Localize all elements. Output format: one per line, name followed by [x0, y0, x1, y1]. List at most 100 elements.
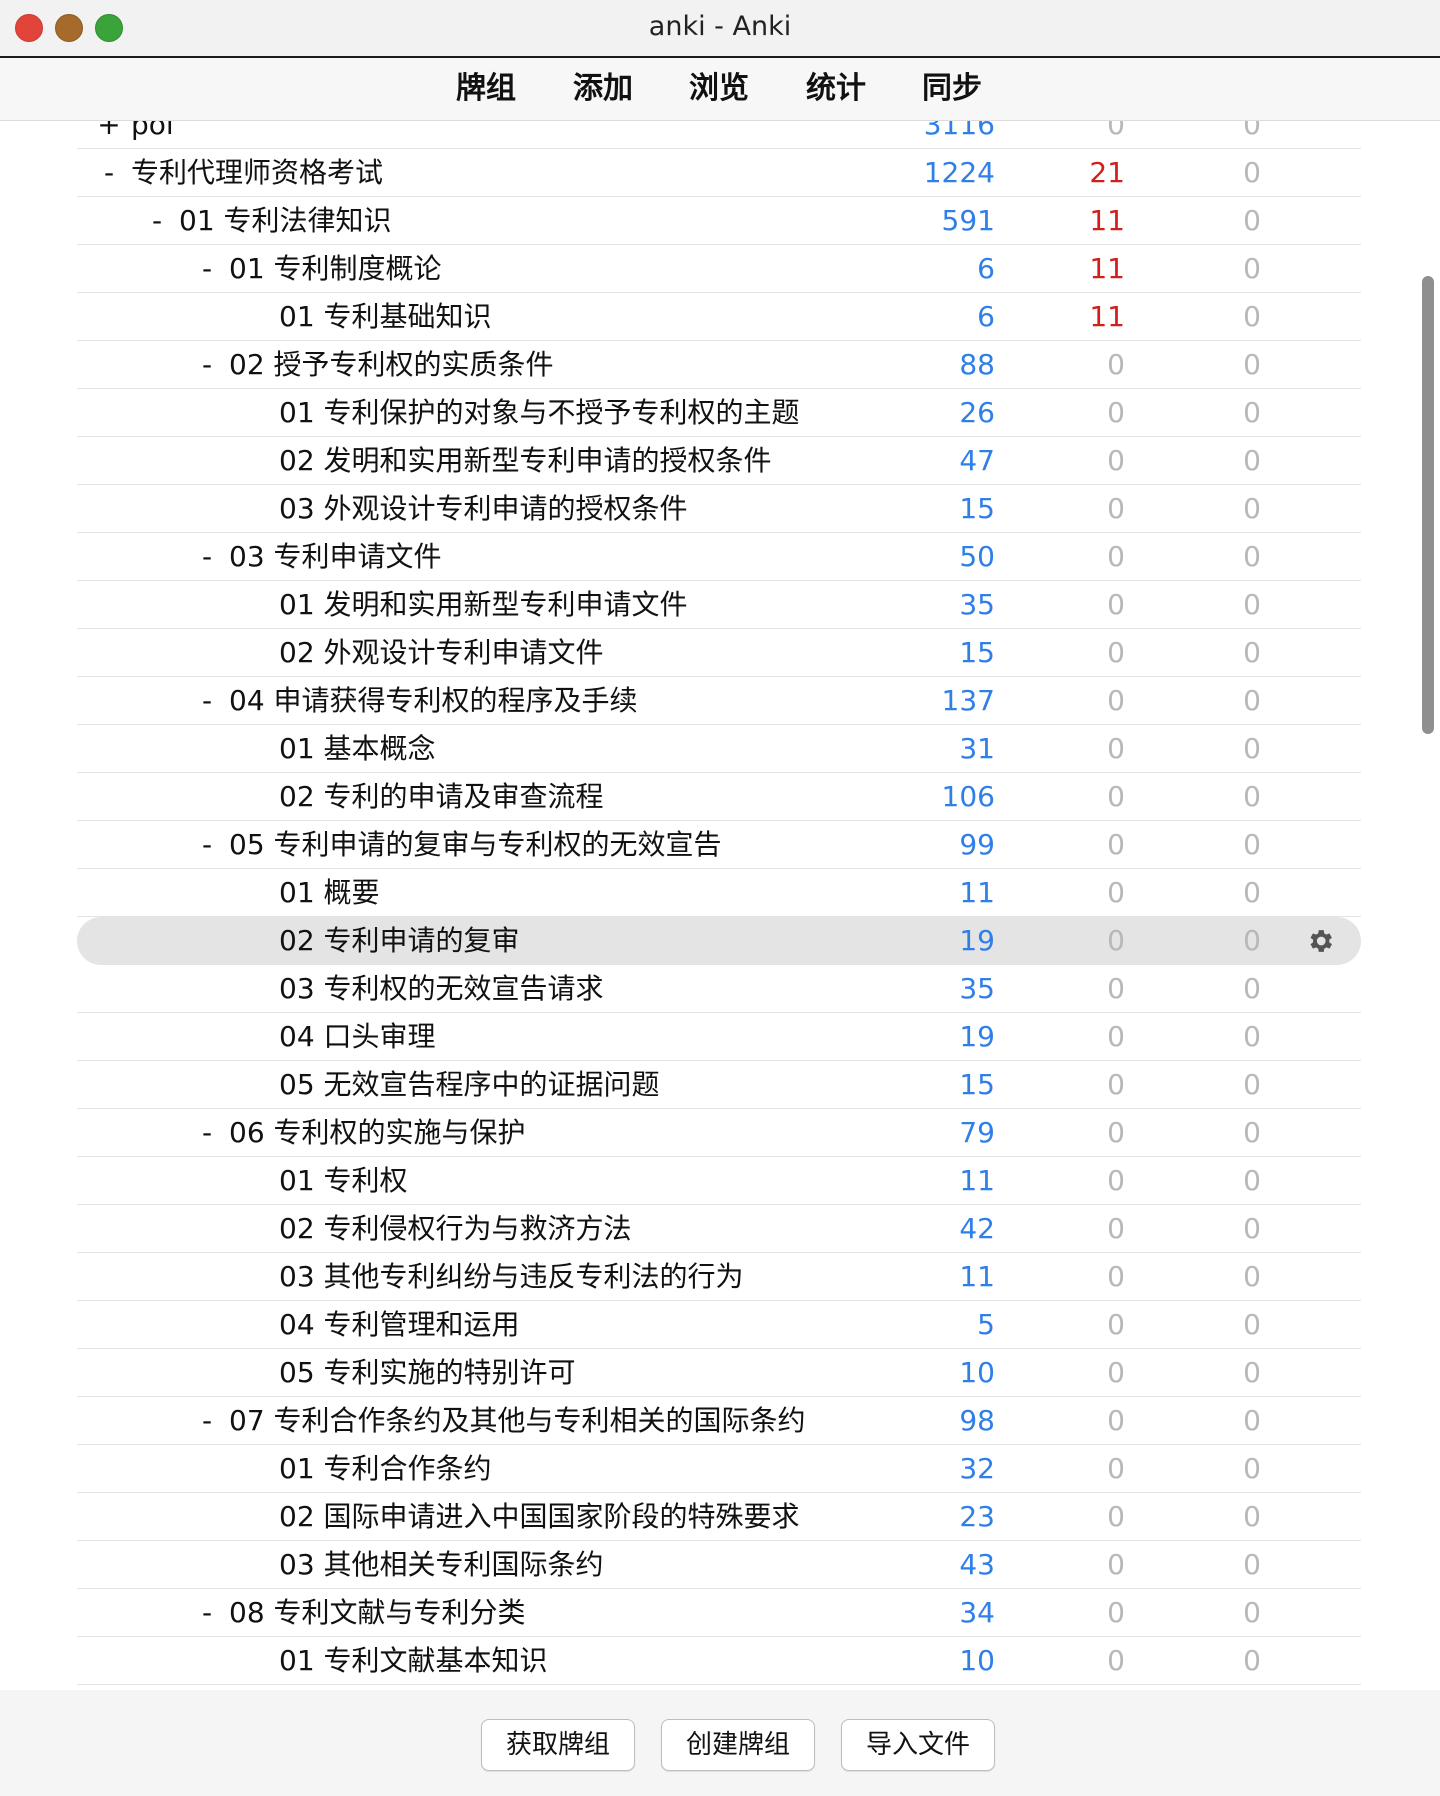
deck-row[interactable]: 02 发明和实用新型专利申请的授权条件 47 0 0	[77, 437, 1361, 485]
deck-name[interactable]: 01 专利基础知识	[279, 293, 492, 341]
deck-name[interactable]: 08 专利文献与专利分类	[229, 1589, 526, 1637]
learn-count: 0	[1107, 1548, 1125, 1581]
tab-sync[interactable]: 同步	[922, 58, 982, 120]
deck-row[interactable]: 01 专利权 11 0 0	[77, 1157, 1361, 1205]
deck-row[interactable]: -07 专利合作条约及其他与专利相关的国际条约 98 0 0	[77, 1397, 1361, 1445]
learn-count: 0	[1107, 1164, 1125, 1197]
deck-name[interactable]: 05 专利申请的复审与专利权的无效宣告	[229, 821, 722, 869]
deck-row[interactable]: 01 专利保护的对象与不授予专利权的主题 26 0 0	[77, 389, 1361, 437]
deck-name[interactable]: 02 专利的申请及审查流程	[279, 773, 604, 821]
expand-toggle[interactable]: +	[97, 121, 121, 149]
tab-stats[interactable]: 统计	[806, 58, 866, 120]
deck-row[interactable]: + pol 3116 0 0	[77, 121, 1361, 149]
deck-name[interactable]: 01 专利文献基本知识	[279, 1637, 548, 1685]
deck-row[interactable]: 05 无效宣告程序中的证据问题 15 0 0	[77, 1061, 1361, 1109]
tab-browse[interactable]: 浏览	[689, 58, 749, 120]
deck-name[interactable]: 专利代理师资格考试	[131, 149, 383, 197]
deck-name[interactable]: 02 国际申请进入中国国家阶段的特殊要求	[279, 1493, 800, 1541]
deck-row[interactable]: 01 概要 11 0 0	[77, 869, 1361, 917]
deck-name[interactable]: 06 专利权的实施与保护	[229, 1109, 526, 1157]
deck-row[interactable]: 02 外观设计专利申请文件 15 0 0	[77, 629, 1361, 677]
deck-row[interactable]: 04 口头审理 19 0 0	[77, 1013, 1361, 1061]
collapse-toggle[interactable]: -	[195, 677, 219, 725]
deck-name[interactable]: 01 专利制度概论	[229, 245, 442, 293]
review-count: 0	[1243, 1212, 1261, 1245]
review-count: 0	[1243, 1020, 1261, 1053]
deck-row-current[interactable]: 02 专利申请的复审 19 0 0	[77, 917, 1361, 965]
deck-row[interactable]: 02 国际申请进入中国国家阶段的特殊要求 23 0 0	[77, 1493, 1361, 1541]
deck-row[interactable]: -06 专利权的实施与保护 79 0 0	[77, 1109, 1361, 1157]
deck-name[interactable]: 03 其他相关专利国际条约	[279, 1541, 604, 1589]
review-count: 0	[1243, 1452, 1261, 1485]
create-deck-button[interactable]: 创建牌组	[661, 1719, 815, 1771]
learn-count: 0	[1107, 876, 1125, 909]
deck-row[interactable]: - 专利代理师资格考试 1224 21 0	[77, 149, 1361, 197]
collapse-toggle[interactable]: -	[195, 533, 219, 581]
deck-row[interactable]: -02 授予专利权的实质条件 88 0 0	[77, 341, 1361, 389]
new-count: 1224	[923, 156, 995, 189]
gear-icon[interactable]	[1305, 926, 1335, 956]
deck-name[interactable]: 07 专利合作条约及其他与专利相关的国际条约	[229, 1397, 806, 1445]
deck-name[interactable]: 02 发明和实用新型专利申请的授权条件	[279, 437, 772, 485]
deck-row[interactable]: 01 专利基础知识 6 11 0	[77, 293, 1361, 341]
deck-name[interactable]: 01 概要	[279, 869, 380, 917]
deck-row[interactable]: 02 专利的申请及审查流程 106 0 0	[77, 773, 1361, 821]
deck-name[interactable]: 02 专利申请的复审	[279, 917, 520, 965]
deck-name[interactable]: 05 无效宣告程序中的证据问题	[279, 1061, 660, 1109]
deck-list-scrollbar[interactable]	[1422, 276, 1434, 734]
deck-row[interactable]: 03 其他专利纠纷与违反专利法的行为 11 0 0	[77, 1253, 1361, 1301]
deck-row[interactable]: 01 基本概念 31 0 0	[77, 725, 1361, 773]
deck-name[interactable]: 02 授予专利权的实质条件	[229, 341, 554, 389]
new-count: 5	[977, 1308, 995, 1341]
deck-row[interactable]: -08 专利文献与专利分类 34 0 0	[77, 1589, 1361, 1637]
collapse-toggle[interactable]: -	[145, 197, 169, 245]
collapse-toggle[interactable]: -	[195, 1589, 219, 1637]
deck-name[interactable]: 03 专利申请文件	[229, 533, 442, 581]
deck-row[interactable]: 01 专利合作条约 32 0 0	[77, 1445, 1361, 1493]
collapse-toggle[interactable]: -	[195, 1109, 219, 1157]
collapse-toggle[interactable]: -	[97, 149, 121, 197]
deck-name[interactable]: 02 外观设计专利申请文件	[279, 629, 604, 677]
deck-name[interactable]: 03 专利权的无效宣告请求	[279, 965, 604, 1013]
collapse-toggle[interactable]: -	[195, 245, 219, 293]
deck-row[interactable]: -05 专利申请的复审与专利权的无效宣告 99 0 0	[77, 821, 1361, 869]
deck-row[interactable]: -04 申请获得专利权的程序及手续 137 0 0	[77, 677, 1361, 725]
deck-name[interactable]: 04 口头审理	[279, 1013, 436, 1061]
learn-count: 0	[1107, 684, 1125, 717]
deck-row[interactable]: 03 外观设计专利申请的授权条件 15 0 0	[77, 485, 1361, 533]
deck-name[interactable]: 04 申请获得专利权的程序及手续	[229, 677, 638, 725]
new-count: 10	[959, 1356, 995, 1389]
import-file-button[interactable]: 导入文件	[841, 1719, 995, 1771]
review-count: 0	[1243, 1068, 1261, 1101]
deck-name[interactable]: 01 专利法律知识	[179, 197, 392, 245]
deck-name[interactable]: 05 专利实施的特别许可	[279, 1349, 576, 1397]
review-count: 0	[1243, 1308, 1261, 1341]
tab-add[interactable]: 添加	[573, 58, 633, 120]
deck-name[interactable]: pol	[131, 121, 174, 149]
deck-row[interactable]: 03 专利权的无效宣告请求 35 0 0	[77, 965, 1361, 1013]
deck-name[interactable]: 01 专利权	[279, 1157, 408, 1205]
deck-row[interactable]: -03 专利申请文件 50 0 0	[77, 533, 1361, 581]
deck-row[interactable]: 03 其他相关专利国际条约 43 0 0	[77, 1541, 1361, 1589]
get-shared-decks-button[interactable]: 获取牌组	[481, 1719, 635, 1771]
deck-name[interactable]: 04 专利管理和运用	[279, 1301, 520, 1349]
tab-decks[interactable]: 牌组	[456, 58, 516, 120]
deck-name[interactable]: 01 专利合作条约	[279, 1445, 492, 1493]
deck-name[interactable]: 01 专利保护的对象与不授予专利权的主题	[279, 389, 800, 437]
anki-main-window: anki - Anki 牌组 添加 浏览 统计 同步 + pol 3116 0 0- 专利…	[0, 0, 1440, 1796]
deck-row[interactable]: 01 专利文献基本知识 10 0 0	[77, 1637, 1361, 1685]
deck-name[interactable]: 01 发明和实用新型专利申请文件	[279, 581, 688, 629]
deck-row[interactable]: 02 专利侵权行为与救济方法 42 0 0	[77, 1205, 1361, 1253]
deck-name[interactable]: 03 其他专利纠纷与违反专利法的行为	[279, 1253, 744, 1301]
collapse-toggle[interactable]: -	[195, 341, 219, 389]
collapse-toggle[interactable]: -	[195, 821, 219, 869]
deck-row[interactable]: 05 专利实施的特别许可 10 0 0	[77, 1349, 1361, 1397]
deck-row[interactable]: 04 专利管理和运用 5 0 0	[77, 1301, 1361, 1349]
deck-row[interactable]: -01 专利制度概论 6 11 0	[77, 245, 1361, 293]
deck-name[interactable]: 01 基本概念	[279, 725, 436, 773]
collapse-toggle[interactable]: -	[195, 1397, 219, 1445]
deck-row[interactable]: 01 发明和实用新型专利申请文件 35 0 0	[77, 581, 1361, 629]
deck-name[interactable]: 02 专利侵权行为与救济方法	[279, 1205, 632, 1253]
deck-name[interactable]: 03 外观设计专利申请的授权条件	[279, 485, 688, 533]
deck-row[interactable]: -01 专利法律知识 591 11 0	[77, 197, 1361, 245]
